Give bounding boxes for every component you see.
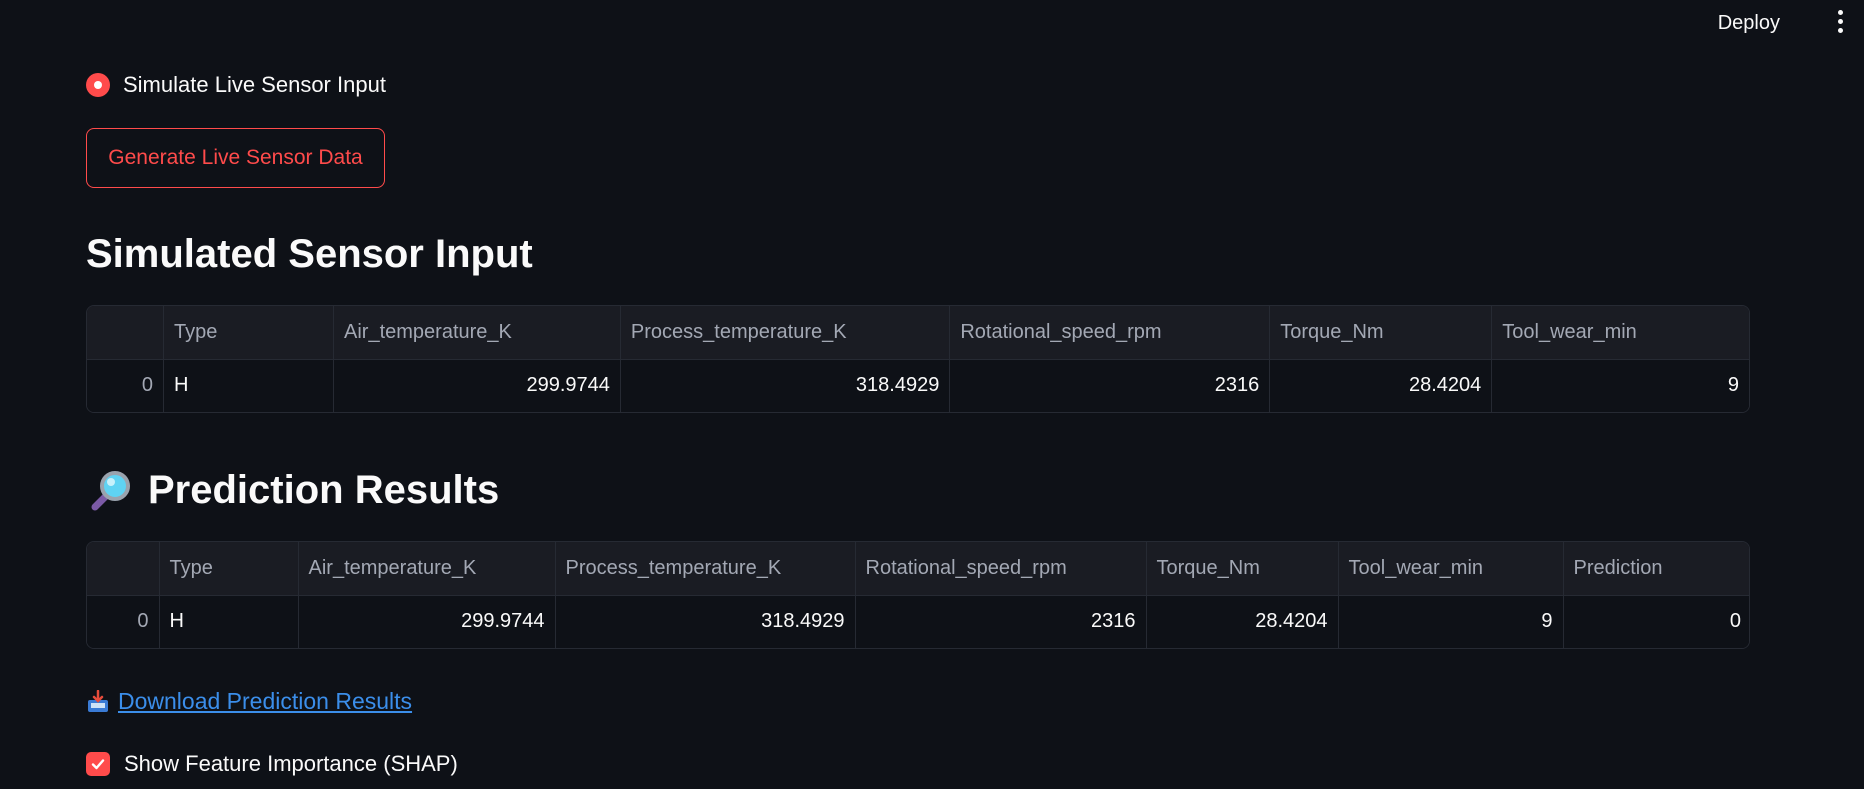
rot-speed-cell[interactable]: 2316 bbox=[855, 595, 1147, 648]
column-header-air-temp[interactable]: Air_temperature_K bbox=[298, 542, 556, 596]
deploy-button[interactable]: Deploy bbox=[1714, 10, 1784, 37]
prediction-results-table[interactable]: Type Air_temperature_K Process_temperatu… bbox=[86, 541, 1750, 649]
radio-selected-icon[interactable] bbox=[86, 73, 110, 97]
process-temp-cell[interactable]: 318.4929 bbox=[620, 359, 951, 412]
process-temp-cell[interactable]: 318.4929 bbox=[555, 595, 856, 648]
simulate-radio-option[interactable]: Simulate Live Sensor Input bbox=[86, 72, 386, 98]
air-temp-cell[interactable]: 299.9744 bbox=[298, 595, 556, 648]
download-link-label[interactable]: Download Prediction Results bbox=[118, 688, 412, 715]
prediction-cell[interactable]: 0 bbox=[1563, 595, 1749, 648]
shap-checkbox-option[interactable]: Show Feature Importance (SHAP) bbox=[86, 751, 458, 777]
row-index-cell[interactable]: 0 bbox=[87, 595, 160, 648]
column-header-rot-speed[interactable]: Rotational_speed_rpm bbox=[949, 306, 1271, 360]
checkbox-checked-icon[interactable] bbox=[86, 752, 110, 776]
column-header-index[interactable] bbox=[87, 306, 164, 360]
column-header-prediction[interactable]: Prediction bbox=[1563, 542, 1749, 596]
column-header-tool-wear[interactable]: Tool_wear_min bbox=[1491, 306, 1749, 360]
tool-wear-cell[interactable]: 9 bbox=[1491, 359, 1749, 412]
magnifying-glass-icon bbox=[91, 470, 130, 510]
shap-checkbox-label: Show Feature Importance (SHAP) bbox=[124, 751, 458, 776]
column-header-process-temp[interactable]: Process_temperature_K bbox=[620, 306, 951, 360]
checkmark-icon bbox=[91, 759, 105, 770]
table-header-row: Type Air_temperature_K Process_temperatu… bbox=[87, 542, 1749, 596]
rot-speed-cell[interactable]: 2316 bbox=[949, 359, 1271, 412]
table-header-row: Type Air_temperature_K Process_temperatu… bbox=[87, 306, 1749, 360]
column-header-rot-speed[interactable]: Rotational_speed_rpm bbox=[855, 542, 1147, 596]
inbox-tray-icon bbox=[88, 689, 108, 712]
column-header-torque[interactable]: Torque_Nm bbox=[1146, 542, 1339, 596]
kebab-menu-icon[interactable] bbox=[1834, 10, 1846, 36]
simulated-input-table[interactable]: Type Air_temperature_K Process_temperatu… bbox=[86, 305, 1750, 413]
column-header-torque[interactable]: Torque_Nm bbox=[1269, 306, 1493, 360]
torque-cell[interactable]: 28.4204 bbox=[1146, 595, 1339, 648]
tool-wear-cell[interactable]: 9 bbox=[1338, 595, 1564, 648]
type-cell[interactable]: H bbox=[159, 595, 299, 648]
table-row: 0 H 299.9744 318.4929 2316 28.4204 9 0 bbox=[87, 595, 1749, 648]
row-index-cell[interactable]: 0 bbox=[87, 359, 164, 412]
simulated-input-heading: Simulated Sensor Input bbox=[86, 232, 533, 276]
download-results-link[interactable]: Download Prediction Results bbox=[86, 688, 412, 715]
table-row: 0 H 299.9744 318.4929 2316 28.4204 9 bbox=[87, 359, 1749, 412]
column-header-index[interactable] bbox=[87, 542, 160, 596]
column-header-type[interactable]: Type bbox=[159, 542, 299, 596]
torque-cell[interactable]: 28.4204 bbox=[1269, 359, 1493, 412]
column-header-air-temp[interactable]: Air_temperature_K bbox=[333, 306, 621, 360]
column-header-tool-wear[interactable]: Tool_wear_min bbox=[1338, 542, 1564, 596]
type-cell[interactable]: H bbox=[163, 359, 335, 412]
prediction-results-title: Prediction Results bbox=[148, 468, 500, 512]
top-toolbar: Deploy bbox=[0, 0, 1864, 46]
air-temp-cell[interactable]: 299.9744 bbox=[333, 359, 621, 412]
column-header-process-temp[interactable]: Process_temperature_K bbox=[555, 542, 856, 596]
radio-label: Simulate Live Sensor Input bbox=[123, 72, 386, 97]
generate-sensor-data-button[interactable]: Generate Live Sensor Data bbox=[86, 128, 385, 188]
prediction-results-heading: Prediction Results bbox=[86, 468, 499, 513]
column-header-type[interactable]: Type bbox=[163, 306, 335, 360]
